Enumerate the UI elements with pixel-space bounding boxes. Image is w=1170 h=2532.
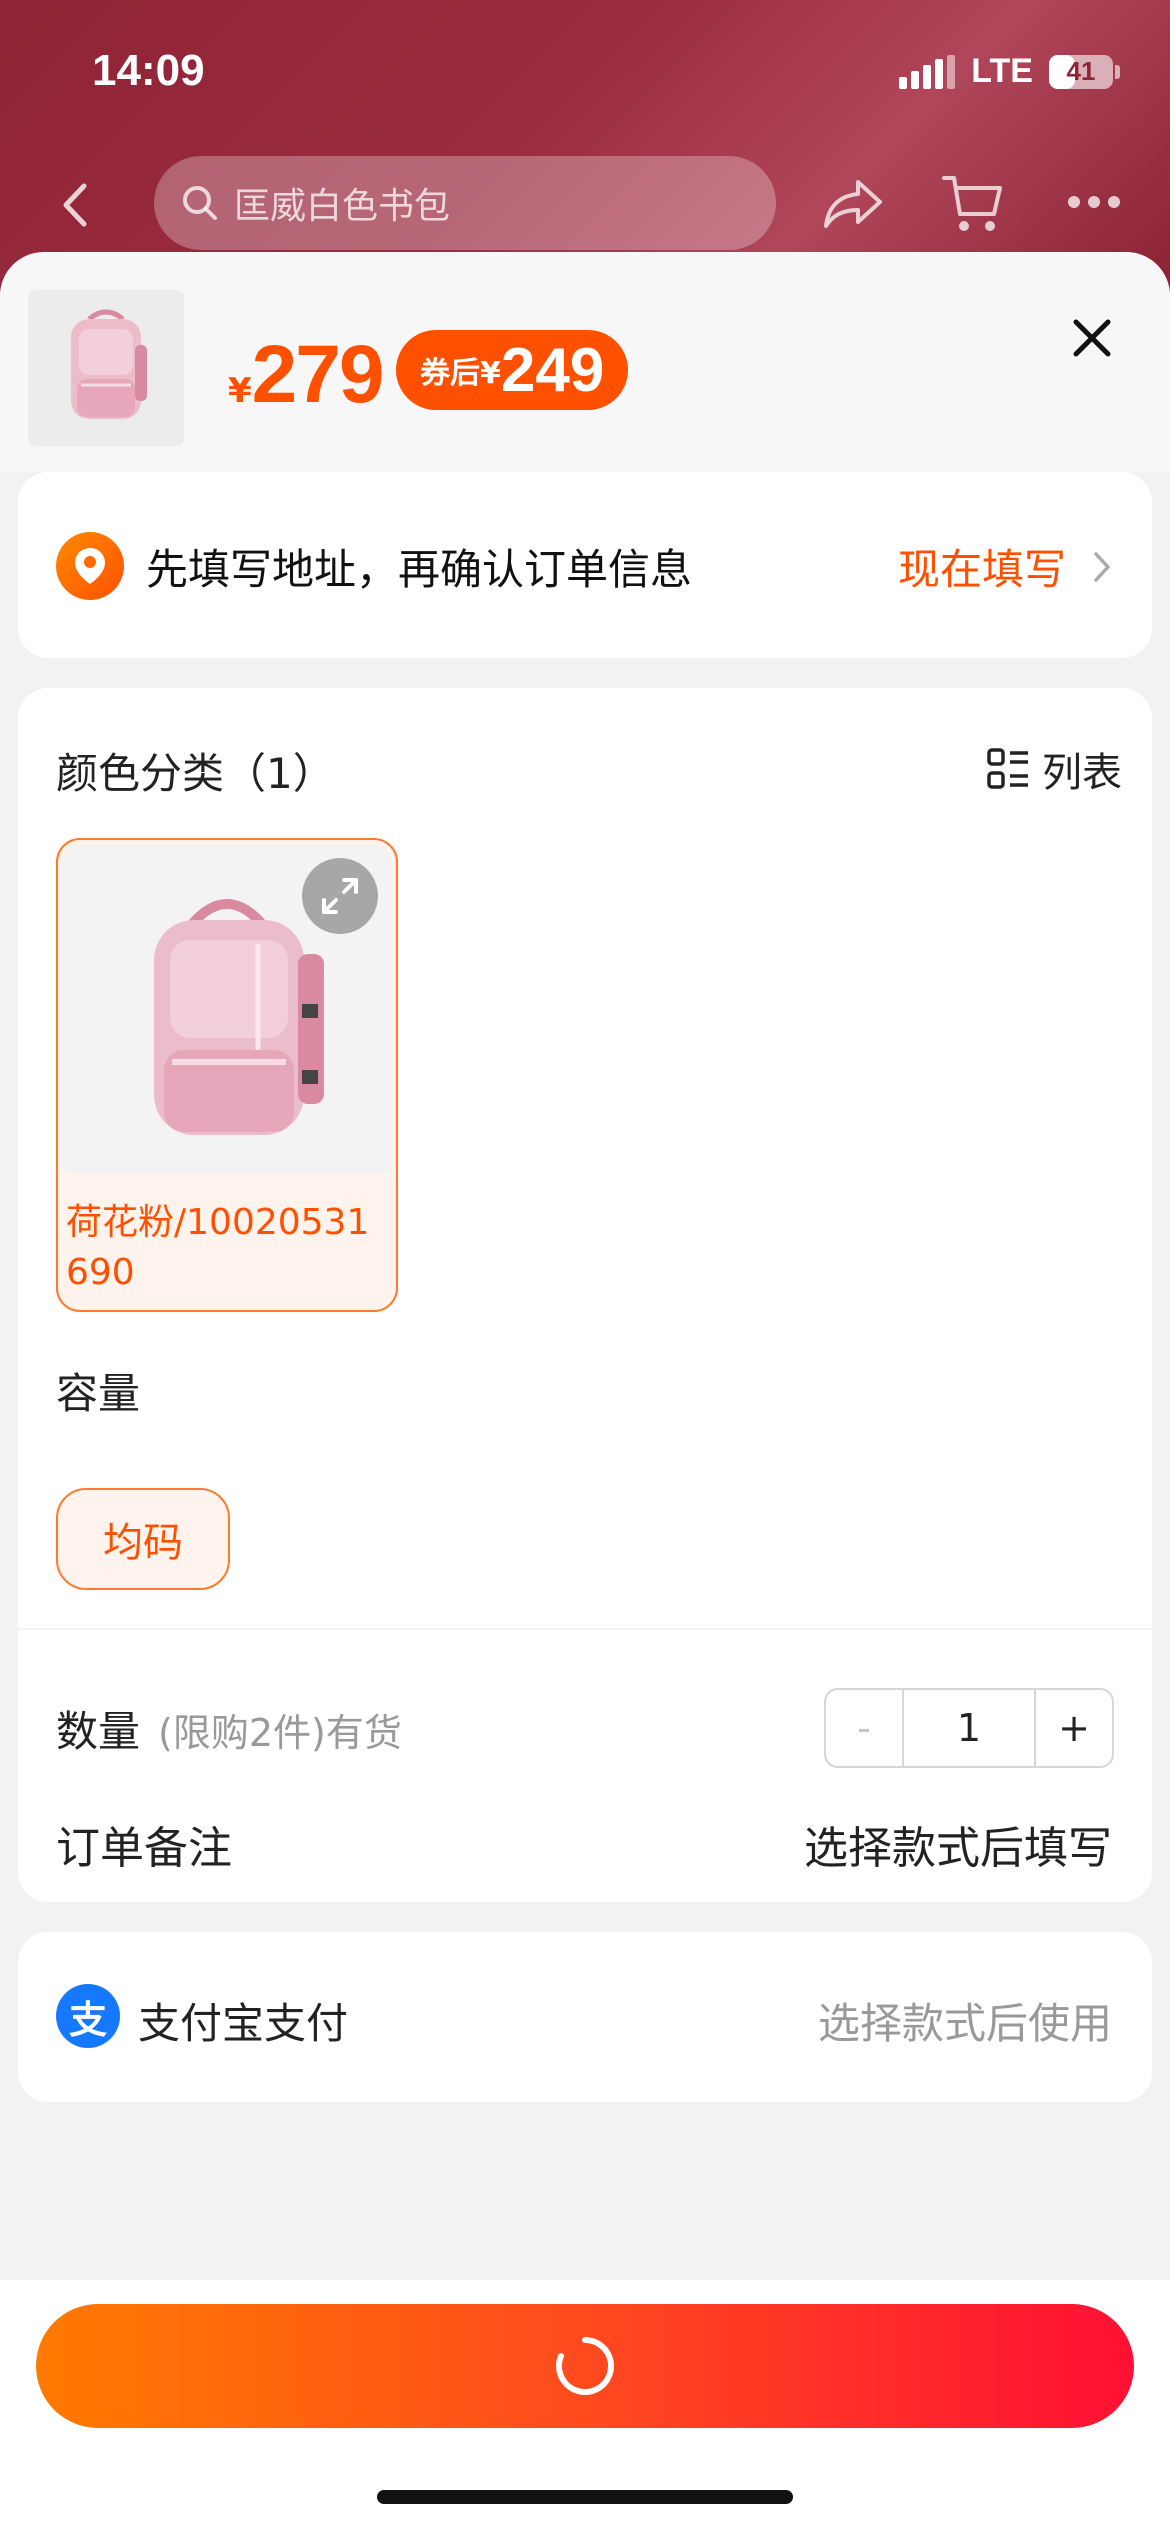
signal-icon [899, 54, 956, 89]
list-icon [987, 748, 1028, 789]
capacity-section-title: 容量 [56, 1369, 141, 1418]
close-button[interactable] [1068, 314, 1116, 362]
status-time: 14:09 [92, 46, 205, 95]
price-symbol: ¥ [228, 371, 252, 411]
list-toggle-label: 列表 [1042, 750, 1122, 796]
search-bar[interactable]: 匡威白色书包 [154, 156, 776, 250]
quantity-value[interactable]: 1 [904, 1690, 1034, 1766]
variant-image [62, 844, 392, 1174]
network-type: LTE [971, 52, 1033, 90]
variant-label: 荷花粉/10020531690 [66, 1202, 370, 1293]
cart-button[interactable] [940, 172, 1006, 240]
order-note-label: 订单备注 [56, 1823, 232, 1874]
payment-card[interactable]: 支 支付宝支付 选择款式后使用 [18, 1932, 1152, 2102]
address-card[interactable]: 先填写地址，再确认订单信息 现在填写 [18, 472, 1152, 658]
list-view-toggle[interactable]: 列表 [986, 740, 1122, 798]
share-icon [824, 180, 882, 228]
quantity-label-group: 数量 (限购2件)有货 [56, 1698, 402, 1759]
alipay-icon: 支 [56, 1984, 120, 2048]
loading-spinner-icon [556, 2337, 614, 2395]
search-icon [183, 186, 217, 220]
color-section-title: 颜色分类（1） [56, 749, 335, 798]
price: ¥ 279 [228, 328, 385, 422]
quantity-label: 数量 [56, 1707, 141, 1756]
decrease-button[interactable]: - [826, 1690, 904, 1766]
status-indicators: LTE 41 [899, 52, 1120, 91]
expand-icon [322, 878, 358, 914]
backpack-image [71, 309, 147, 419]
quantity-stepper: - 1 + [824, 1688, 1114, 1768]
location-pin-icon [56, 532, 124, 600]
fill-address-link[interactable]: 现在填写 [898, 536, 1066, 597]
home-indicator [377, 2490, 793, 2504]
cart-icon [942, 176, 1002, 231]
coupon-price-badge: 券后¥ 249 [396, 330, 629, 410]
product-thumbnail[interactable] [28, 290, 184, 446]
battery-tip [1115, 64, 1120, 79]
address-prompt: 先填写地址，再确认订单信息 [146, 545, 693, 594]
quantity-limit-note: (限购2件)有货 [158, 1711, 402, 1755]
search-text: 匡威白色书包 [234, 186, 451, 227]
divider [18, 1628, 1152, 1630]
confirm-button[interactable] [36, 2304, 1134, 2428]
sku-card: 颜色分类（1） 列表 荷花粉/10020531690 容量 均码 数量 (限购2… [18, 688, 1152, 1902]
battery-level: 41 [1066, 56, 1096, 86]
increase-button[interactable]: + [1034, 1690, 1112, 1766]
chevron-left-icon [63, 183, 87, 227]
color-variant-option[interactable]: 荷花粉/10020531690 [56, 838, 398, 1312]
close-icon [1073, 319, 1111, 357]
battery-icon: 41 [1049, 54, 1113, 89]
order-note-action[interactable]: 选择款式后填写 [804, 1812, 1112, 1876]
price-value: 279 [251, 329, 385, 420]
more-dots-icon [1068, 196, 1120, 208]
coupon-label: 券后¥ [420, 356, 501, 391]
sku-sheet: ¥ 279 券后¥ 249 先填写地址，再确认订单信息 现在填写 颜色分类（1） [0, 252, 1170, 2532]
back-button[interactable] [56, 180, 96, 230]
payment-action: 选择款式后使用 [817, 1999, 1112, 2048]
share-button[interactable] [822, 176, 886, 236]
chevron-right-icon [1094, 552, 1110, 582]
capacity-option[interactable]: 均码 [56, 1488, 230, 1590]
expand-image-button[interactable] [302, 858, 378, 934]
coupon-price: 249 [500, 335, 605, 405]
more-button[interactable] [1066, 194, 1122, 214]
payment-method-label: 支付宝支付 [138, 1999, 349, 2048]
